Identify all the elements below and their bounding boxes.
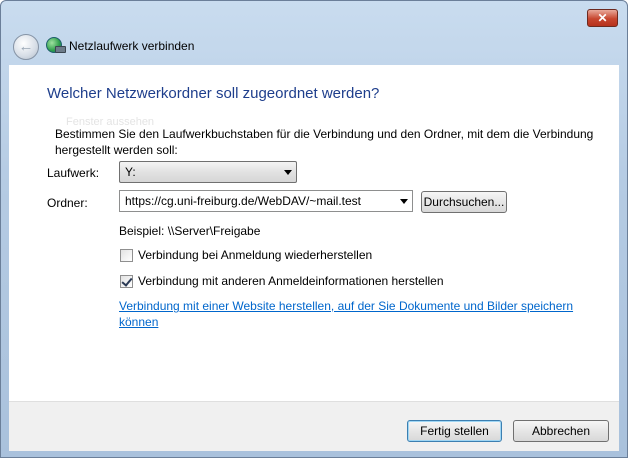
folder-label: Ordner: [47, 196, 88, 210]
instructions-text: Bestimmen Sie den Laufwerkbuchstaben für… [55, 127, 594, 157]
folder-input[interactable]: https://cg.uni-freiburg.de/WebDAV/~mail.… [119, 190, 413, 212]
reconnect-checkbox[interactable] [120, 249, 133, 262]
wizard-header: ← Netzlaufwerk verbinden [9, 31, 619, 67]
close-button[interactable]: ✕ [587, 9, 618, 27]
drive-value: Y: [125, 165, 136, 179]
back-arrow-icon: ← [18, 38, 34, 55]
website-link[interactable]: Verbindung mit einer Website herstellen,… [119, 298, 589, 330]
network-drive-icon [46, 37, 66, 53]
drive-select[interactable]: Y: [119, 161, 297, 183]
back-button[interactable]: ← [13, 34, 39, 60]
other-credentials-checkbox[interactable] [120, 275, 133, 288]
reconnect-label[interactable]: Verbindung bei Anmeldung wiederherstelle… [138, 248, 372, 262]
close-icon: ✕ [597, 11, 608, 25]
example-text: Beispiel: \\Server\Freigabe [119, 224, 261, 238]
other-credentials-label[interactable]: Verbindung mit anderen Anmeldeinformatio… [138, 274, 444, 288]
finish-button[interactable]: Fertig stellen [407, 420, 502, 442]
page-heading: Welcher Netzwerkordner soll zugeordnet w… [47, 85, 380, 102]
dialog-window: ✕ ← Netzlaufwerk verbinden Welcher Netzw… [0, 0, 628, 458]
wizard-title: Netzlaufwerk verbinden [69, 39, 195, 53]
chevron-down-icon [284, 170, 292, 175]
browse-button[interactable]: Durchsuchen... [421, 191, 507, 213]
wizard-content: Welcher Netzwerkordner soll zugeordnet w… [9, 65, 619, 401]
chevron-down-icon[interactable] [400, 199, 408, 204]
cancel-button[interactable]: Abbrechen [513, 420, 609, 442]
wizard-footer: Fertig stellen Abbrechen [9, 401, 619, 451]
drive-label: Laufwerk: [47, 166, 100, 180]
folder-value: https://cg.uni-freiburg.de/WebDAV/~mail.… [125, 194, 361, 208]
